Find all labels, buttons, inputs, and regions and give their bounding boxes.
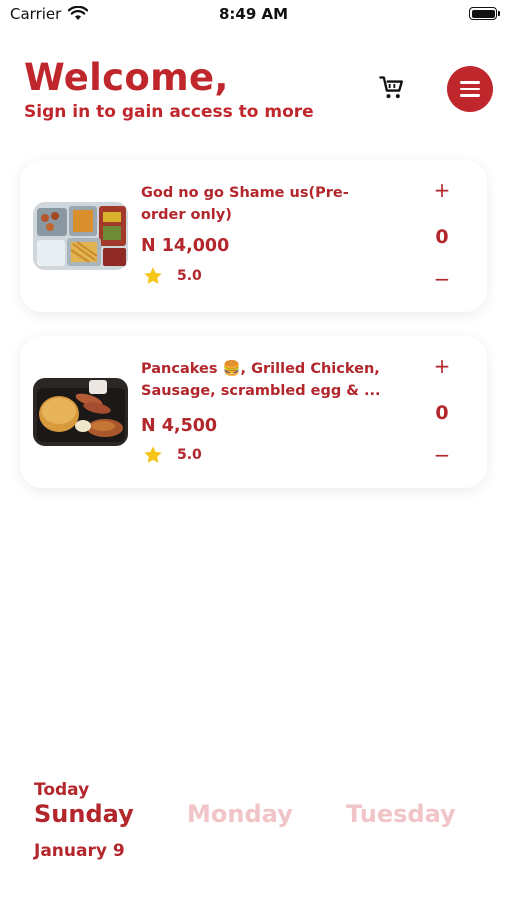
increase-quantity-button[interactable]: + (432, 178, 452, 202)
menu-button[interactable] (447, 66, 493, 112)
page-title: Welcome, (24, 56, 229, 99)
hamburger-menu-icon (460, 81, 480, 84)
food-tray-image (33, 202, 128, 270)
day-tab-sunday[interactable]: Sunday (34, 800, 134, 828)
increase-quantity-button[interactable]: + (432, 354, 452, 378)
today-label: Today (34, 780, 90, 800)
status-bar: Carrier 8:49 AM (0, 0, 507, 30)
decrease-quantity-button[interactable]: − (432, 443, 452, 467)
clock: 8:49 AM (218, 5, 289, 23)
rating-value: 5.0 (177, 447, 202, 463)
cart-icon (379, 76, 403, 99)
item-name: God no go Shame us(Pre-order only) (141, 185, 349, 223)
selected-date: January 9 (34, 841, 125, 861)
menu-item-card[interactable]: God no go Shame us(Pre-order only) N 14,… (20, 160, 487, 312)
battery-icon (469, 7, 500, 20)
item-price: N 14,000 (141, 236, 230, 256)
item-rating: 5.0 (143, 445, 202, 465)
star-icon (144, 267, 162, 284)
item-price: N 4,500 (141, 416, 218, 436)
decrease-quantity-button[interactable]: − (432, 267, 452, 291)
star-icon (144, 446, 162, 463)
cart-button[interactable] (378, 74, 406, 102)
menu-item-card[interactable]: Pancakes 🍔, Grilled Chicken, Sausage, sc… (20, 336, 487, 488)
quantity-value: 0 (435, 226, 449, 248)
day-tab-tuesday[interactable]: Tuesday (346, 800, 456, 828)
quantity-value: 0 (435, 402, 449, 424)
day-tab-monday[interactable]: Monday (187, 800, 293, 828)
item-rating: 5.0 (143, 266, 202, 286)
rating-value: 5.0 (177, 268, 202, 284)
pancake-platter-image (33, 378, 128, 446)
sign-in-prompt[interactable]: Sign in to gain access to more (24, 102, 314, 122)
item-name: Pancakes 🍔, Grilled Chicken, Sausage, sc… (141, 361, 381, 399)
